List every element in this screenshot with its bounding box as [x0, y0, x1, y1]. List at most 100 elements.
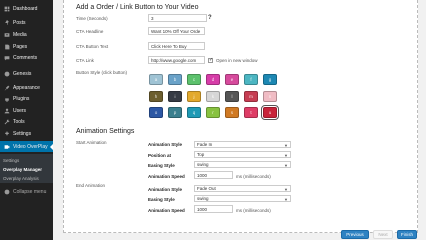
comments-icon	[2, 53, 12, 63]
link-label: CTA Link	[76, 58, 94, 63]
button-style-swatch-k[interactable]: k	[206, 91, 220, 102]
sidebar-item-pages[interactable]: Pages	[0, 41, 53, 52]
sidebar-item-label: Appearance	[13, 84, 40, 91]
new-window-label: Open in new window	[216, 58, 258, 63]
sidebar-item-posts[interactable]: Posts	[0, 17, 53, 28]
end-easing-value: swing	[197, 196, 209, 201]
position-value: Top	[197, 152, 205, 157]
end-style-select[interactable]: Fade Out ▼	[194, 185, 291, 192]
button-style-swatch-b[interactable]: b	[168, 74, 182, 85]
collapse-arrow-icon	[2, 187, 12, 197]
settings-icon	[2, 129, 12, 139]
sidebar-item-label: Plugins	[13, 95, 30, 102]
start-speed-label: Animation Speed	[148, 174, 185, 179]
button-style-swatch-o[interactable]: o	[149, 107, 163, 118]
sidebar-item-users[interactable]: Users	[0, 105, 53, 116]
button-style-swatch-h[interactable]: h	[149, 91, 163, 102]
headline-label: CTA Headline	[76, 29, 104, 34]
button-text-label: CTA Button Text	[76, 44, 109, 49]
end-speed-unit: ms (milliseconds)	[236, 208, 271, 213]
time-input[interactable]: 3	[148, 14, 207, 22]
media-icon	[2, 30, 12, 40]
next-button[interactable]: Next	[373, 230, 393, 239]
collapse-menu-button[interactable]: Collapse menu	[0, 186, 53, 197]
time-label: Time (Seconds)	[76, 16, 108, 21]
sidebar-item-label: Genesis	[13, 70, 32, 77]
previous-button[interactable]: Previous	[341, 230, 369, 239]
sidebar-item-genesis[interactable]: Genesis	[0, 68, 53, 79]
end-easing-select[interactable]: swing ▼	[194, 195, 291, 202]
end-style-value: Fade Out	[197, 186, 216, 191]
wrench-icon	[2, 117, 12, 127]
button-style-swatch-g[interactable]: g	[263, 74, 277, 85]
sidebar-item-label: Users	[13, 107, 27, 114]
start-speed-input[interactable]: 1000	[194, 171, 233, 179]
button-text-input[interactable]: Click Here To Buy	[148, 42, 205, 50]
chevron-down-icon: ▼	[284, 187, 288, 192]
sidebar-item-media[interactable]: Media	[0, 29, 53, 40]
dashboard-icon	[2, 4, 12, 14]
start-animation-label: Start Animation	[76, 140, 107, 145]
headline-input[interactable]: Want 10% Off Your Orde	[148, 27, 205, 35]
button-style-swatch-i[interactable]: i	[168, 91, 182, 102]
users-icon	[2, 106, 12, 116]
animation-heading: Animation Settings	[76, 128, 135, 135]
link-input[interactable]: http://www.google.com	[148, 56, 205, 64]
sidebar-item-label: Pages	[13, 43, 28, 50]
end-style-label: Animation Style	[148, 187, 183, 192]
start-easing-label: Easing Style	[148, 163, 175, 168]
button-style-swatch-l[interactable]: l	[225, 91, 239, 102]
pages-icon	[2, 42, 12, 52]
button-style-swatch-s[interactable]: s	[225, 107, 239, 118]
new-window-checkbox[interactable]	[208, 57, 213, 63]
brush-icon	[2, 83, 12, 93]
button-style-swatch-j[interactable]: j	[187, 91, 201, 102]
finish-button[interactable]: Finish	[397, 230, 417, 239]
button-style-swatch-q[interactable]: q	[187, 107, 201, 118]
genesis-icon	[2, 69, 12, 79]
button-style-swatch-d[interactable]: d	[206, 74, 220, 85]
button-style-swatch-f[interactable]: f	[244, 74, 258, 85]
sidebar-item-label: Video OverPlay	[13, 143, 48, 150]
button-style-swatch-r[interactable]: r	[206, 107, 220, 118]
sidebar-item-label: Dashboard	[13, 5, 38, 12]
sidebar-item-video-overplay[interactable]: Video OverPlay	[0, 141, 53, 152]
button-style-swatch-u[interactable]: u	[261, 105, 279, 120]
chevron-down-icon: ▼	[284, 143, 288, 148]
sidebar-item-label: Settings	[13, 130, 32, 137]
button-style-swatch-m[interactable]: m	[244, 91, 258, 102]
sidebar-item-comments[interactable]: Comments	[0, 52, 53, 63]
wizard-panel: Add a Order / Link Button to Your Video …	[63, 0, 418, 239]
button-style-swatch-e[interactable]: e	[225, 74, 239, 85]
sidebar-item-appearance[interactable]: Appearance	[0, 82, 53, 93]
sidebar-item-settings[interactable]: Settings	[0, 128, 53, 139]
plugin-icon	[2, 94, 12, 104]
collapse-label: Collapse menu	[13, 188, 47, 195]
help-icon[interactable]: ?	[208, 15, 213, 21]
end-speed-input[interactable]: 1000	[194, 205, 233, 213]
sidebar-item-dashboard[interactable]: Dashboard	[0, 3, 53, 14]
start-style-select[interactable]: Fade In ▼	[194, 141, 291, 148]
submenu-item-settings[interactable]: Settings	[0, 156, 53, 164]
end-animation-label: End Animation	[76, 183, 106, 188]
button-style-swatch-p[interactable]: p	[168, 107, 182, 118]
button-style-swatch-n[interactable]: n	[263, 91, 277, 102]
chevron-down-icon: ▼	[284, 163, 288, 168]
sidebar-item-tools[interactable]: Tools	[0, 116, 53, 127]
button-style-swatch-a[interactable]: a	[149, 74, 163, 85]
button-style-swatch-t[interactable]: t	[244, 107, 258, 118]
position-label: Position at	[148, 153, 172, 158]
button-style-swatch-c[interactable]: c	[187, 74, 201, 85]
start-easing-value: swing	[197, 162, 209, 167]
position-select[interactable]: Top ▼	[194, 151, 291, 158]
start-style-label: Animation Style	[148, 142, 183, 147]
button-style-label: Button Style (click button)	[76, 70, 128, 75]
section-heading: Add a Order / Link Button to Your Video	[76, 4, 199, 11]
start-easing-select[interactable]: swing ▼	[194, 161, 291, 168]
sidebar-item-label: Tools	[13, 118, 25, 125]
pin-icon	[2, 18, 12, 28]
submenu-item-overplay-manager[interactable]: Overplay Manager	[0, 165, 53, 173]
submenu-item-overplay-analysis[interactable]: Overplay Analysis	[0, 174, 53, 182]
sidebar-item-plugins[interactable]: Plugins	[0, 93, 53, 104]
video-icon	[2, 142, 12, 152]
